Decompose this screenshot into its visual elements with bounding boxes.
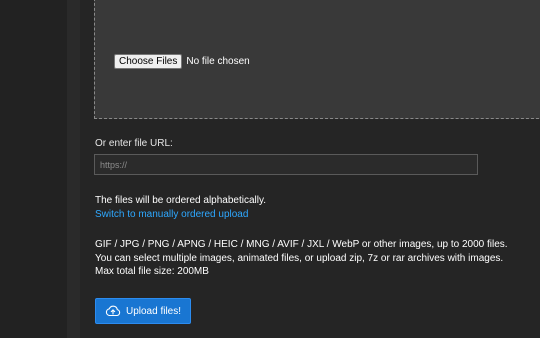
no-file-chosen-text: No file chosen — [186, 56, 250, 67]
multiple-files-text: You can select multiple images, animated… — [95, 252, 504, 264]
cloud-upload-icon — [105, 305, 121, 317]
file-url-input[interactable] — [94, 154, 478, 175]
left-gutter — [0, 0, 67, 338]
order-info-text: The files will be ordered alphabetically… — [95, 195, 267, 206]
left-rail — [67, 0, 80, 338]
choose-files-button[interactable]: Choose Files — [114, 54, 183, 69]
max-size-text: Max total file size: 200MB — [95, 266, 209, 277]
upload-info: GIF / JPG / PNG / APNG / HEIC / MNG / AV… — [95, 238, 508, 279]
manual-order-link[interactable]: Switch to manually ordered upload — [95, 209, 248, 220]
upload-files-button[interactable]: Upload files! — [95, 298, 191, 324]
file-dropzone[interactable]: Choose Files No file chosen — [94, 0, 540, 119]
supported-formats-text: GIF / JPG / PNG / APNG / HEIC / MNG / AV… — [95, 239, 508, 250]
upload-files-label: Upload files! — [125, 305, 182, 317]
file-picker: Choose Files No file chosen — [114, 54, 250, 69]
file-url-label: Or enter file URL: — [95, 138, 173, 149]
